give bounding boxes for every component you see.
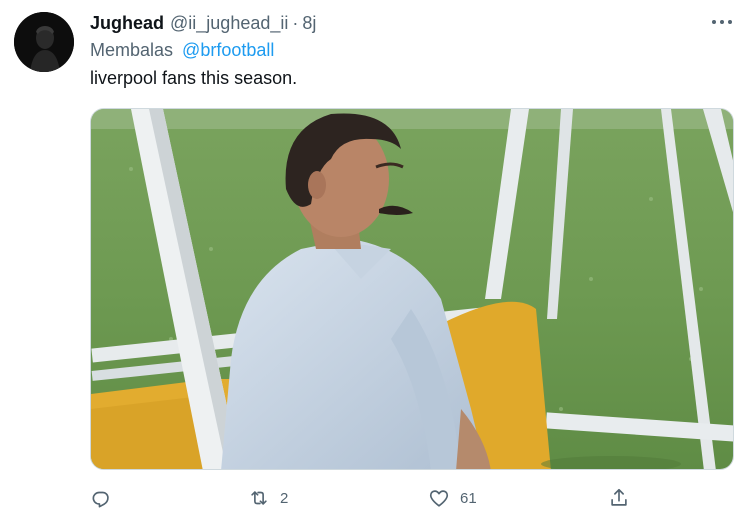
retweet-button[interactable]: 2: [248, 484, 288, 512]
avatar[interactable]: [14, 12, 74, 72]
reply-icon: [92, 491, 109, 508]
tweet-timestamp[interactable]: 8j: [302, 13, 316, 34]
retweet-icon: [251, 491, 267, 505]
share-button[interactable]: [608, 484, 640, 512]
tweet-actions: 2 61: [90, 484, 730, 512]
like-button[interactable]: 61: [428, 484, 477, 512]
more-options-button[interactable]: [706, 12, 738, 32]
tweet-media-image[interactable]: [90, 108, 734, 470]
reply-to-link[interactable]: @brfootball: [182, 40, 274, 60]
more-horizontal-icon: [712, 20, 732, 24]
author-handle[interactable]: @ii_jughead_ii: [170, 13, 288, 34]
author-name[interactable]: Jughead: [90, 13, 164, 34]
reply-button[interactable]: [90, 484, 122, 512]
tweet-text: liverpool fans this season.: [90, 68, 298, 88]
avatar-silhouette-icon: [14, 12, 74, 72]
separator-dot: ·: [292, 13, 299, 33]
like-count: 61: [460, 489, 477, 507]
retweet-count: 2: [280, 489, 289, 507]
meme-photo: [91, 109, 733, 469]
reply-prefix: Membalas: [90, 40, 174, 60]
tweet-header: Jughead @ii_jughead_ii · 8j: [90, 13, 316, 35]
share-icon: [611, 488, 627, 506]
replying-to: Membalas @brfootball: [90, 40, 274, 61]
heart-icon: [429, 490, 449, 507]
